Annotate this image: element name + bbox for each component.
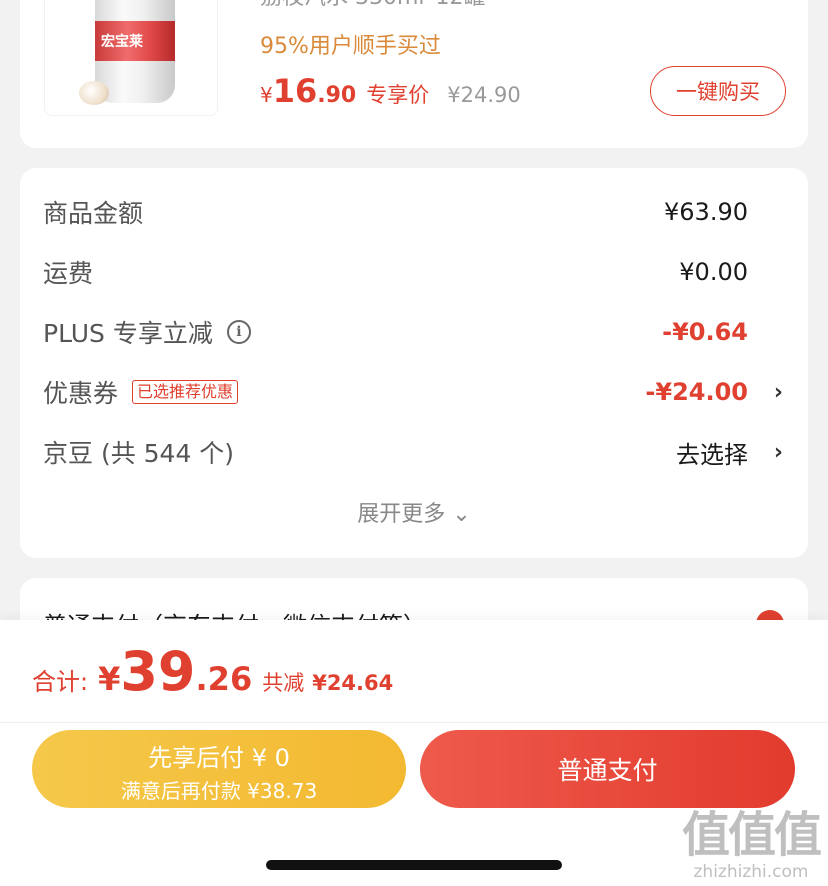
product-image[interactable]: 宏宝莱	[44, 0, 218, 116]
order-total: 合计: ¥ 39 .26 共减 ¥24.64	[32, 640, 394, 703]
can-brand-text: 宏宝莱	[101, 34, 143, 50]
pay-later-button[interactable]: 先享后付 ¥ 0 满意后再付款 ¥38.73	[32, 730, 406, 808]
summary-row-jingdou[interactable]: 京豆 (共 544 个) 去选择 ›	[43, 432, 783, 472]
summary-row-shipping: 运费 ¥0.00	[43, 258, 748, 288]
expand-more-button[interactable]: 展开更多 ⌄	[20, 496, 808, 528]
exclusive-price-tag: 专享价	[366, 83, 430, 107]
summary-row-goods-amount: 商品金额 ¥63.90	[43, 198, 748, 228]
chevron-right-icon: ›	[773, 439, 783, 465]
original-price: ¥24.90	[447, 83, 521, 107]
product-price: ¥ 16 .90 专享价 ¥24.90	[260, 72, 521, 110]
chevron-down-icon: ⌄	[452, 502, 471, 527]
home-indicator[interactable]	[266, 860, 562, 870]
product-name[interactable]: 荔枝汽水 330ml*12罐	[260, 0, 486, 12]
coupon-recommended-badge: 已选推荐优惠	[132, 380, 239, 404]
chevron-right-icon: ›	[773, 379, 783, 405]
info-icon[interactable]: i	[226, 320, 251, 344]
summary-row-coupon[interactable]: 优惠券 已选推荐优惠 -¥24.00 ›	[43, 372, 783, 412]
divider	[0, 722, 828, 723]
total-savings: ¥24.64	[312, 671, 394, 695]
recommended-product-card: 宏宝莱 荔枝汽水 330ml*12罐 95%用户顺手买过 ¥ 16 .90 专享…	[20, 0, 808, 148]
order-summary-card: 商品金额 ¥63.90 运费 ¥0.00 PLUS 专享立减 i -¥0.64 …	[20, 168, 808, 558]
checkout-bottom-bar: 合计: ¥ 39 .26 共减 ¥24.64 先享后付 ¥ 0 满意后再付款 ¥…	[0, 620, 828, 886]
jingdou-select-link: 去选择	[676, 440, 748, 469]
summary-row-plus-discount: PLUS 专享立减 i -¥0.64	[43, 318, 748, 348]
one-click-buy-button[interactable]: 一键购买	[650, 66, 786, 116]
normal-pay-button[interactable]: 普通支付	[420, 730, 795, 808]
site-watermark: 值值值 zhizhizhi.com	[681, 807, 822, 882]
lychee-image	[79, 81, 109, 105]
buy-rate-text: 95%用户顺手买过	[260, 34, 441, 59]
